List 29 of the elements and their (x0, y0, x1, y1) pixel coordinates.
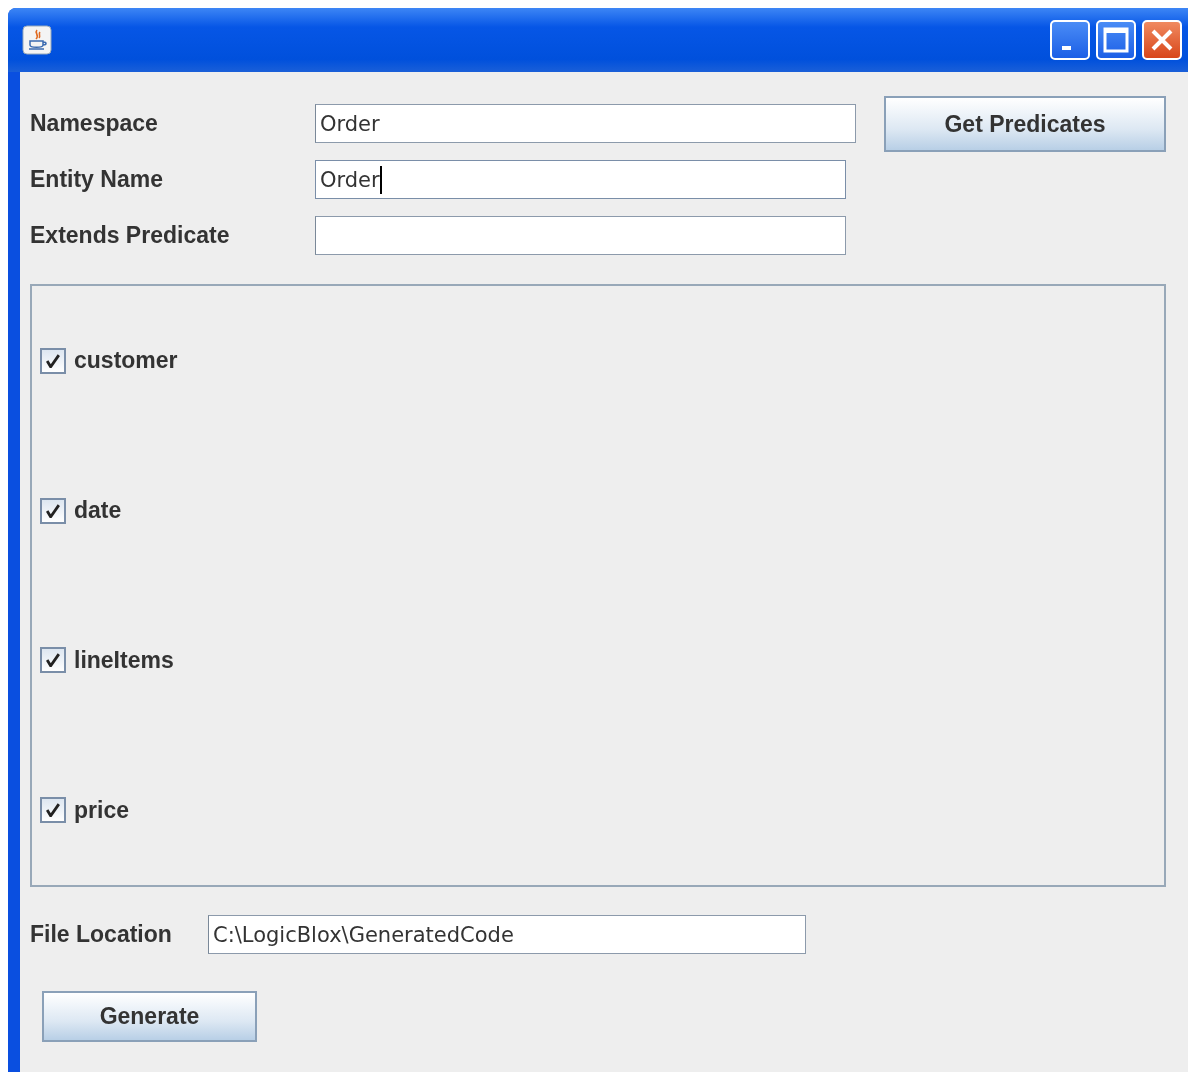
text-field[interactable]: Order (315, 104, 856, 143)
checkbox-label[interactable]: lineItems (74, 646, 174, 674)
checkbox[interactable] (40, 797, 66, 824)
check-icon (46, 503, 60, 518)
file-location-field[interactable]: C:\LogicBlox\GeneratedCode (208, 915, 806, 954)
close-button[interactable] (1142, 20, 1182, 60)
text-field[interactable] (315, 216, 846, 255)
check-icon (46, 803, 60, 818)
file-location-label: File Location (30, 921, 173, 948)
checkbox-label[interactable]: customer (74, 347, 178, 375)
check-icon (46, 653, 60, 668)
minimize-button[interactable] (1050, 20, 1090, 60)
field-label: Namespace (30, 110, 159, 137)
coffee-cup-icon (22, 25, 52, 55)
checkbox[interactable] (40, 347, 66, 374)
check-icon (46, 353, 60, 368)
checkbox-label[interactable]: date (74, 497, 122, 525)
get-predicates-button[interactable]: Get Predicates (884, 96, 1166, 152)
field-label: Extends Predicate (30, 222, 231, 249)
generate-button[interactable]: Generate (42, 991, 257, 1042)
checkbox[interactable] (40, 497, 66, 524)
maximize-button[interactable] (1096, 20, 1136, 60)
checkbox-label[interactable]: price (74, 796, 129, 824)
maximize-icon (1103, 27, 1129, 53)
text-field[interactable]: Order (315, 160, 846, 199)
checkbox[interactable] (40, 647, 66, 674)
minimize-icon (1062, 46, 1071, 50)
field-label: Entity Name (30, 166, 164, 193)
close-icon (1151, 29, 1173, 51)
